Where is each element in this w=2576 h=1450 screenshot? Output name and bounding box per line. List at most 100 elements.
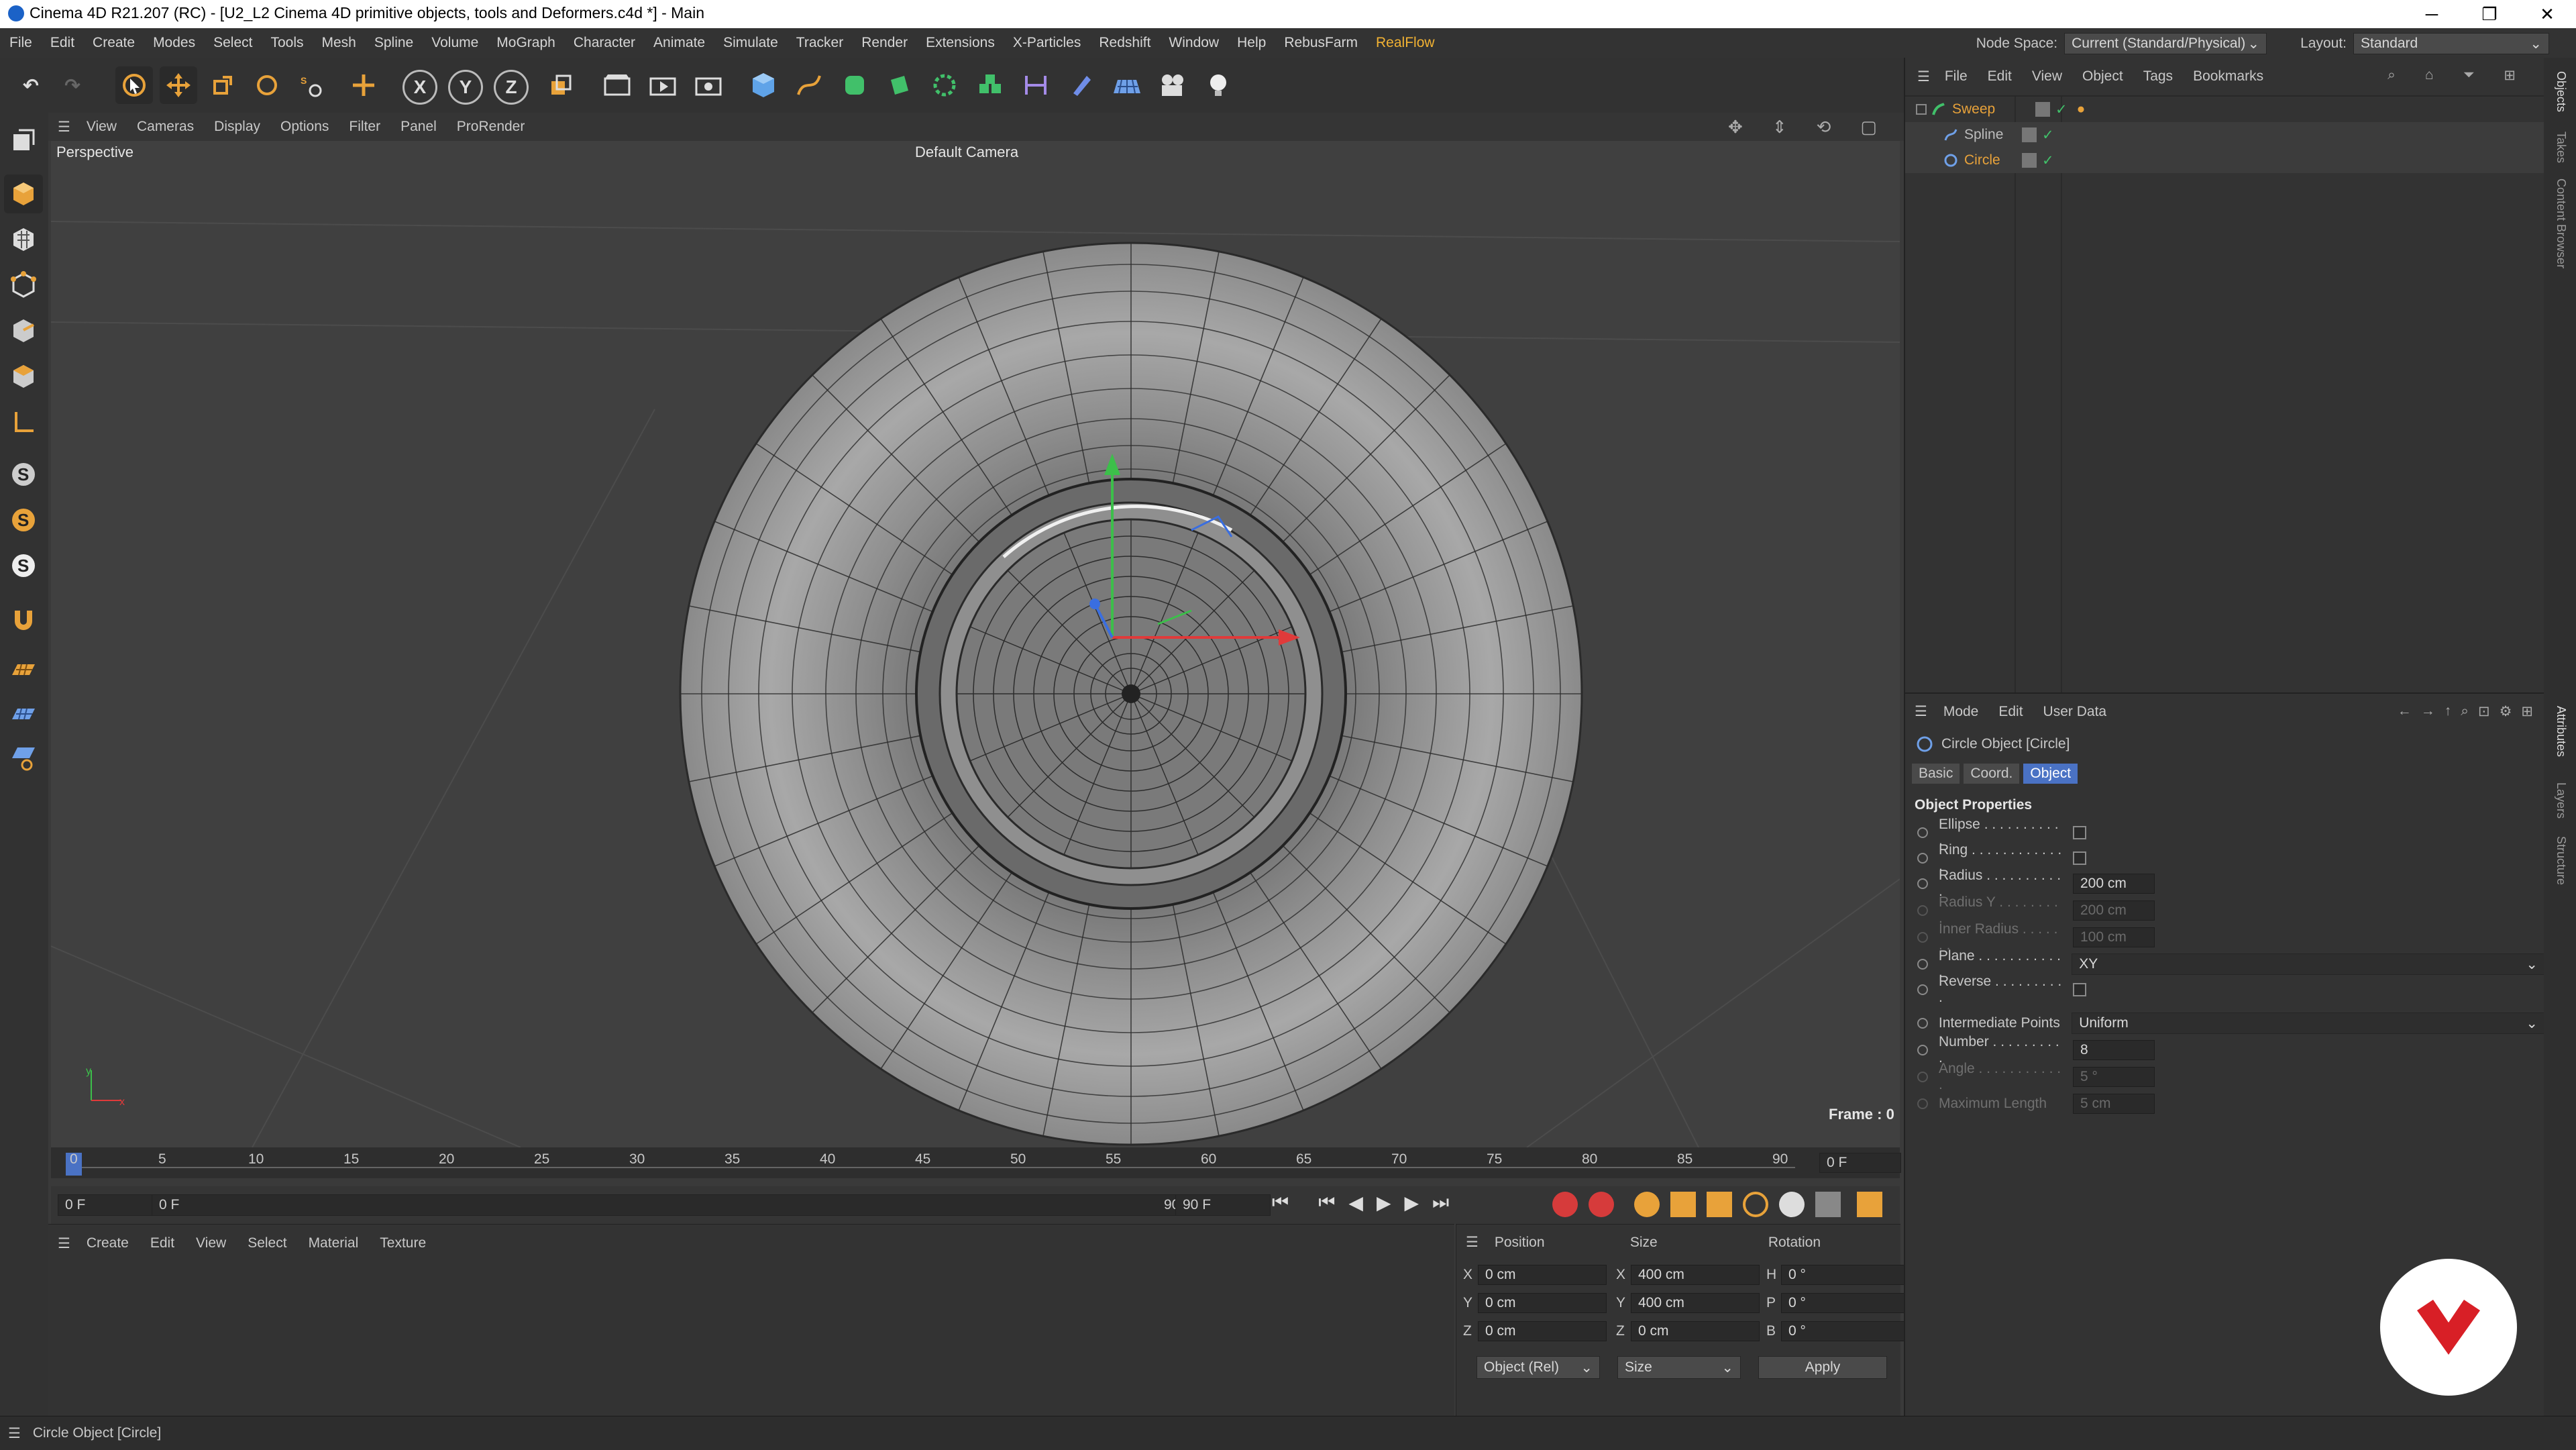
floor-icon[interactable] [1108,66,1146,104]
menu-window[interactable]: Window [1169,35,1219,51]
scale-tool-icon[interactable] [204,66,241,104]
menu-modes[interactable]: Modes [153,35,195,51]
object-menu-object[interactable]: Object [2082,68,2123,85]
move-tool-icon[interactable] [160,66,197,104]
menu-volume[interactable]: Volume [431,35,478,51]
menu-tracker[interactable]: Tracker [796,35,843,51]
menu-spline[interactable]: Spline [374,35,413,51]
minimize-button[interactable]: ─ [2403,0,2461,28]
timeline-window-icon[interactable] [1857,1192,1882,1217]
tab-object[interactable]: Object [2023,764,2078,784]
search-icon[interactable]: ⌕ [2387,67,2396,84]
reverse-checkbox[interactable] [2073,983,2086,996]
rotation-b-field[interactable]: 0 ° [1781,1321,1910,1341]
animate-radio[interactable] [1917,984,1928,995]
tag-icon[interactable]: ● [2077,101,2086,117]
attr-menu-user-data[interactable]: User Data [2043,704,2107,720]
record-active-objects-icon[interactable] [1552,1192,1578,1217]
menu-tools[interactable]: Tools [270,35,303,51]
x-axis-lock-icon[interactable]: X [402,70,437,105]
dolly-icon[interactable]: ⇕ [1772,117,1787,138]
object-row-sweep[interactable]: Sweep ✓ ● [1905,97,2545,122]
size-x-field[interactable]: 400 cm [1631,1265,1760,1285]
previous-key-icon[interactable]: ⏮ [1318,1192,1335,1214]
snap-settings-icon[interactable]: S [4,501,43,539]
hamburger-menu-icon[interactable]: ☰ [58,1235,70,1252]
size-mode-dropdown[interactable]: Size ⌄ [1617,1356,1741,1379]
object-name[interactable]: Spline [1964,127,2012,143]
settings-icon[interactable]: ⚙ [2500,703,2512,720]
material-menu-create[interactable]: Create [87,1235,129,1251]
environment-icon[interactable] [1063,66,1100,104]
object-row-circle[interactable]: Circle ✓ [1905,148,2545,173]
menu-x-particles[interactable]: X-Particles [1013,35,1081,51]
grid-plane-icon[interactable] [4,694,43,733]
rotation-key-icon[interactable] [1743,1192,1768,1217]
viewport-menu-prorender[interactable]: ProRender [457,119,525,135]
side-tab-takes[interactable]: Takes [2554,132,2568,163]
apply-button[interactable]: Apply [1758,1356,1887,1379]
model-mode-icon[interactable] [4,174,43,213]
object-menu-tags[interactable]: Tags [2143,68,2173,85]
viewport-menu-display[interactable]: Display [214,119,260,135]
point-level-animation-icon[interactable] [1815,1192,1841,1217]
menu-extensions[interactable]: Extensions [926,35,995,51]
attr-menu-mode[interactable]: Mode [1943,704,1979,720]
layout-dropdown[interactable]: Standard ⌄ [2353,33,2549,54]
enabled-check-icon[interactable]: ✓ [2042,152,2054,169]
rotation-h-field[interactable]: 0 ° [1781,1265,1910,1285]
menu-mograph[interactable]: MoGraph [496,35,555,51]
position-y-field[interactable]: 0 cm [1478,1293,1607,1313]
visibility-icon[interactable] [2022,153,2037,168]
new-window-icon[interactable]: ⊞ [2521,703,2533,720]
menu-animate[interactable]: Animate [653,35,705,51]
back-arrow-icon[interactable]: ← [2398,703,2412,720]
menu-character[interactable]: Character [574,35,635,51]
coordinate-system-icon[interactable] [542,66,580,104]
position-z-field[interactable]: 0 cm [1478,1321,1607,1341]
workplane-icon[interactable] [4,650,43,688]
material-menu-edit[interactable]: Edit [150,1235,174,1251]
light-icon[interactable] [1199,66,1237,104]
ellipse-checkbox[interactable] [2073,826,2086,839]
side-tab-objects[interactable]: Objects [2554,71,2568,112]
menu-edit[interactable]: Edit [50,35,74,51]
hamburger-menu-icon[interactable]: ☰ [58,119,70,136]
menu-simulate[interactable]: Simulate [723,35,778,51]
z-axis-lock-icon[interactable]: Z [494,70,529,105]
object-name[interactable]: Circle [1964,152,2012,168]
animate-radio[interactable] [1917,827,1928,838]
position-x-field[interactable]: 0 cm [1478,1265,1607,1285]
visibility-icon[interactable] [2035,102,2050,117]
viewport-menu-options[interactable]: Options [280,119,329,135]
edges-mode-icon[interactable] [4,311,43,350]
search-icon[interactable]: ⌕ [2461,703,2469,720]
menu-mesh[interactable]: Mesh [322,35,356,51]
scale-key-icon[interactable] [1707,1192,1732,1217]
plane-dropdown[interactable]: XY ⌄ [2072,953,2545,975]
cloner-icon[interactable] [926,66,963,104]
previous-frame-icon[interactable]: ◀ [1348,1192,1363,1214]
enabled-check-icon[interactable]: ✓ [2042,127,2054,144]
play-icon[interactable]: ▶ [1377,1192,1391,1214]
parameter-key-icon[interactable] [1779,1192,1805,1217]
material-menu-material[interactable]: Material [309,1235,359,1251]
object-row-spline[interactable]: Spline ✓ [1905,122,2545,148]
start-frame-field[interactable]: 0 F [58,1194,153,1216]
menu-select[interactable]: Select [213,35,252,51]
menu-redshift[interactable]: Redshift [1099,35,1150,51]
symmetry-icon[interactable] [4,738,43,777]
live-selection-icon[interactable] [115,66,153,104]
menu-rebusfarm[interactable]: RebusFarm [1284,35,1358,51]
number-field[interactable]: 8 [2073,1040,2155,1060]
material-menu-view[interactable]: View [196,1235,226,1251]
side-tab-attributes[interactable]: Attributes [2554,706,2568,757]
texture-mode-icon[interactable] [4,220,43,259]
viewport-menu-filter[interactable]: Filter [349,119,380,135]
material-menu-texture[interactable]: Texture [380,1235,426,1251]
viewport[interactable]: Perspective Default Camera Frame : 0 y x [51,141,1900,1147]
side-tab-layers[interactable]: Layers [2554,782,2568,819]
tab-basic[interactable]: Basic [1912,764,1960,784]
lock-icon[interactable]: ⊡ [2478,703,2490,720]
menu-create[interactable]: Create [93,35,135,51]
